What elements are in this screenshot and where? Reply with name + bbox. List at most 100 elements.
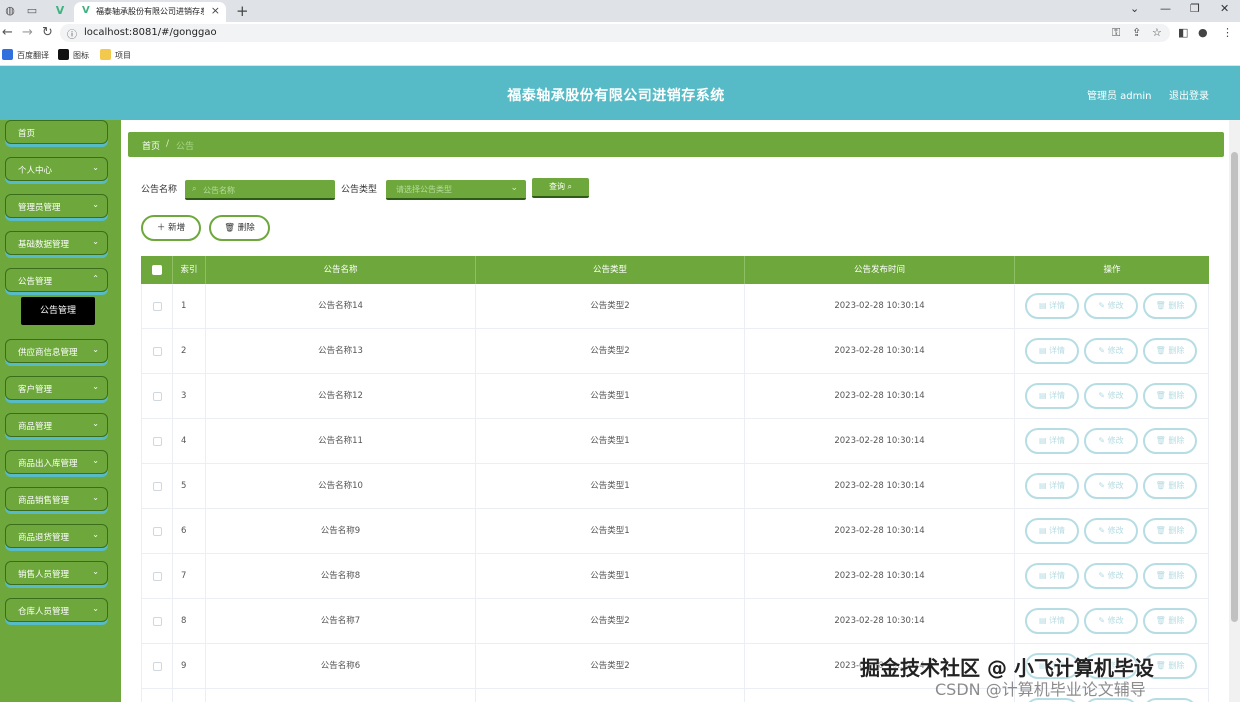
sidebar: 首页 个人中心 ⌄ 管理员管理 ⌄ 基础数据管理 ⌄ 公告管理 ⌃ 公告管理 供应商信息…	[0, 120, 121, 702]
row-edit-button[interactable]: ✎ 修改	[1084, 383, 1138, 409]
sidebar-subitem-notice-management[interactable]: 公告管理	[21, 297, 95, 325]
search-button[interactable]: 查询 ⌕	[532, 178, 589, 198]
sidebar-item-goods-return[interactable]: 商品退货管理 ⌄	[5, 524, 108, 548]
row-detail-button[interactable]: ▤ 详情	[1025, 518, 1079, 544]
sidebar-item-customer[interactable]: 客户管理 ⌄	[5, 376, 108, 400]
row-checkbox[interactable]	[153, 572, 162, 581]
row-notice-type: 公告类型1	[476, 374, 745, 419]
vue-tab-icon[interactable]: V	[52, 3, 68, 19]
close-tab-icon[interactable]: ×	[211, 4, 220, 17]
sidebar-item-home[interactable]: 首页	[5, 120, 108, 144]
row-delete-button[interactable]: 🗑 删除	[1143, 518, 1197, 544]
row-detail-button[interactable]: ▤ 详情	[1025, 383, 1079, 409]
logout-link[interactable]: 退出登录	[1169, 87, 1209, 102]
row-edit-label: 修改	[1107, 526, 1124, 535]
scrollbar-thumb[interactable]	[1231, 152, 1238, 622]
sidebar-item-salesperson[interactable]: 销售人员管理 ⌄	[5, 561, 108, 585]
watermark-csdn: CSDN @计算机毕业论文辅导	[935, 680, 1146, 699]
row-checkbox[interactable]	[153, 482, 162, 491]
sidebar-item-basic-data[interactable]: 基础数据管理 ⌄	[5, 231, 108, 255]
key-icon[interactable]: ⚿	[1112, 26, 1120, 40]
restore-icon[interactable]: ❐	[1190, 2, 1200, 15]
row-select-cell	[141, 599, 173, 644]
url-box[interactable]: ⓘ localhost:8081/#/gonggao	[60, 24, 1170, 42]
row-delete-button[interactable]: 🗑 删除	[1143, 338, 1197, 364]
row-delete-button[interactable]: 🗑 删除	[1143, 293, 1197, 319]
row-edit-button[interactable]: ✎ 修改	[1084, 608, 1138, 634]
add-button[interactable]: ＋ 新增	[141, 215, 201, 241]
notice-name-input[interactable]	[203, 183, 328, 197]
sidebar-item-goods[interactable]: 商品管理 ⌄	[5, 413, 108, 437]
site-info-icon[interactable]: ⓘ	[67, 26, 77, 41]
sidebar-item-goods-inout[interactable]: 商品出入库管理 ⌄	[5, 450, 108, 474]
row-detail-button[interactable]: ▤ 详情	[1025, 338, 1079, 364]
tab-search-icon[interactable]: ⌄	[1130, 2, 1139, 15]
breadcrumb-home[interactable]: 首页	[142, 139, 160, 152]
row-notice-type: 公告类型2	[476, 689, 745, 702]
row-checkbox[interactable]	[153, 662, 162, 671]
bookmark-star-icon[interactable]: ☆	[1152, 26, 1162, 39]
chevron-down-icon: ⌄	[92, 382, 99, 391]
forward-icon[interactable]: →	[22, 25, 33, 40]
new-tab-icon[interactable]: +	[236, 2, 249, 20]
window-close-icon[interactable]: ✕	[1220, 2, 1229, 15]
row-detail-button[interactable]: ▤ 详情	[1025, 293, 1079, 319]
batch-delete-button[interactable]: 🗑 删除	[209, 215, 270, 241]
row-delete-label: 删除	[1168, 571, 1185, 580]
sidebar-item-notice[interactable]: 公告管理 ⌃	[5, 268, 108, 292]
side-panel-icon[interactable]: ◧	[1178, 26, 1188, 39]
bookmark-item[interactable]: 项目	[100, 49, 131, 61]
header-actions: 操作	[1103, 265, 1121, 275]
row-checkbox[interactable]	[153, 347, 162, 356]
row-edit-button[interactable]: ✎ 修改	[1084, 518, 1138, 544]
row-delete-button[interactable]: 🗑 删除	[1143, 698, 1197, 702]
row-checkbox[interactable]	[153, 437, 162, 446]
sidebar-item-personal-center[interactable]: 个人中心 ⌄	[5, 157, 108, 181]
minimize-icon[interactable]: —	[1160, 2, 1171, 15]
row-detail-button[interactable]: ▤ 详情	[1025, 563, 1079, 589]
row-publish-time: 2023-02-28 10:30:14	[745, 509, 1015, 554]
row-checkbox[interactable]	[153, 617, 162, 626]
row-notice-name: 公告名称7	[206, 599, 476, 644]
row-delete-button[interactable]: 🗑 删除	[1143, 428, 1197, 454]
row-delete-button[interactable]: 🗑 删除	[1143, 383, 1197, 409]
profile-icon[interactable]: ●	[1198, 26, 1208, 39]
row-edit-button[interactable]: ✎ 修改	[1084, 473, 1138, 499]
row-delete-button[interactable]: 🗑 删除	[1143, 473, 1197, 499]
row-detail-button[interactable]: ▤ 详情	[1025, 608, 1079, 634]
select-all-checkbox[interactable]	[152, 265, 162, 275]
row-detail-button[interactable]: ▤ 详情	[1025, 473, 1079, 499]
row-index-cell: 3	[173, 374, 206, 419]
sidebar-item-warehouse-staff[interactable]: 仓库人员管理 ⌄	[5, 598, 108, 622]
row-delete-button[interactable]: 🗑 删除	[1143, 563, 1197, 589]
row-index: 5	[181, 481, 187, 491]
back-icon[interactable]: ←	[2, 25, 13, 40]
sidebar-item-goods-sales[interactable]: 商品销售管理 ⌄	[5, 487, 108, 511]
row-edit-button[interactable]: ✎ 修改	[1084, 293, 1138, 319]
row-checkbox[interactable]	[153, 527, 162, 536]
browser-menu-icon[interactable]: ◍	[2, 3, 18, 19]
more-menu-icon[interactable]: ⋮	[1222, 26, 1233, 39]
notice-type-select[interactable]: 请选择公告类型 ⌄	[386, 180, 526, 200]
blank-tab-icon[interactable]: ▭	[24, 3, 40, 19]
bookmark-item[interactable]: 图标	[58, 49, 89, 61]
table-row: 7 公告名称8 公告类型1 2023-02-28 10:30:14 ▤ 详情 ✎ 修改 🗑 …	[141, 554, 1209, 599]
sidebar-item-supplier[interactable]: 供应商信息管理 ⌄	[5, 339, 108, 363]
share-icon[interactable]: ⇪	[1132, 26, 1141, 39]
row-checkbox[interactable]	[153, 392, 162, 401]
table-row: 4 公告名称11 公告类型1 2023-02-28 10:30:14 ▤ 详情 ✎ 修改 🗑…	[141, 419, 1209, 464]
row-select-cell	[141, 689, 173, 702]
bookmark-item[interactable]: 百度翻译	[2, 49, 49, 61]
row-delete-button[interactable]: 🗑 删除	[1143, 608, 1197, 634]
sidebar-item-admin[interactable]: 管理员管理 ⌄	[5, 194, 108, 218]
row-detail-button[interactable]: ▤ 详情	[1025, 428, 1079, 454]
row-edit-button[interactable]: ✎ 修改	[1084, 428, 1138, 454]
row-detail-label: 详情	[1049, 481, 1066, 490]
active-tab[interactable]: V 福泰轴承股份有限公司进销存系统 ×	[74, 2, 226, 22]
row-index-cell	[173, 689, 206, 702]
row-edit-button[interactable]: ✎ 修改	[1084, 338, 1138, 364]
row-edit-label: 修改	[1107, 346, 1124, 355]
row-checkbox[interactable]	[153, 302, 162, 311]
row-edit-button[interactable]: ✎ 修改	[1084, 563, 1138, 589]
reload-icon[interactable]: ↻	[42, 25, 53, 40]
